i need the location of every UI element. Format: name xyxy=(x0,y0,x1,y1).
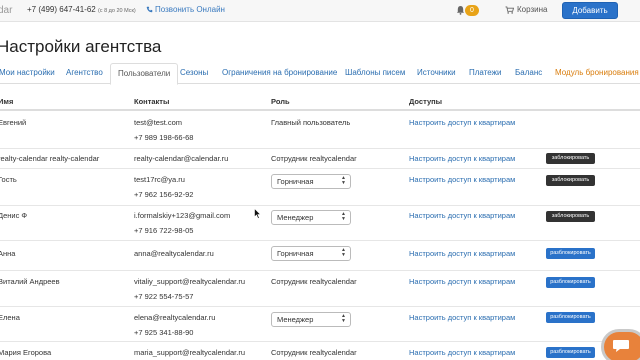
unblock-button[interactable]: разблокировать xyxy=(546,248,595,259)
user-email: realty-calendar@calendar.ru xyxy=(134,154,229,163)
role-select-value: Менеджер xyxy=(277,213,314,222)
access-link[interactable]: Настроить доступ к квартирам xyxy=(409,249,515,258)
user-name: realty-calendar realty-calendar xyxy=(0,154,100,163)
user-phone: +7 962 156-92-92 xyxy=(134,190,194,199)
cart-link[interactable]: Корзина xyxy=(505,5,547,14)
user-role: Главный пользователь xyxy=(271,118,351,127)
select-arrows-icon: ▲ ▼ xyxy=(341,175,346,186)
tab-my-settings[interactable]: Мои настройки xyxy=(0,68,55,77)
tab-agency[interactable]: Агентство xyxy=(66,68,103,77)
user-email: anna@realtycalendar.ru xyxy=(134,249,214,258)
user-email: vitaliy_support@realtycalendar.ru xyxy=(134,277,246,286)
role-select[interactable]: Менеджер ▲ ▼ xyxy=(271,210,351,225)
access-link[interactable]: Настроить доступ к квартирам xyxy=(409,313,515,322)
access-link[interactable]: Настроить доступ к квартирам xyxy=(409,348,515,357)
select-arrows-icon: ▲ ▼ xyxy=(341,313,346,324)
tab-seasons[interactable]: Сезоны xyxy=(180,68,208,77)
tab-email-templates[interactable]: Шаблоны писем xyxy=(345,68,405,77)
role-select-value: Горничная xyxy=(277,177,314,186)
user-phone: +7 916 722-98-05 xyxy=(134,226,194,235)
user-name: Евгений xyxy=(0,118,27,127)
access-link[interactable]: Настроить доступ к квартирам xyxy=(409,277,515,286)
select-arrows-icon: ▲ ▼ xyxy=(341,211,346,222)
access-link[interactable]: Настроить доступ к квартирам xyxy=(409,154,515,163)
table-row: Мария Егорова maria_support@realtycalend… xyxy=(0,342,640,360)
user-email: elena@realtycalendar.ru xyxy=(134,313,216,322)
chat-widget-button[interactable] xyxy=(601,329,640,360)
role-select[interactable]: Горничная ▲ ▼ xyxy=(271,174,351,189)
call-online-label: Позвонить Онлайн xyxy=(155,5,225,14)
user-email: i.formalskiy+123@gmail.com xyxy=(134,211,231,220)
notification-badge: 0 xyxy=(465,5,479,16)
user-phone: +7 989 198-66-68 xyxy=(134,133,194,142)
tab-sources[interactable]: Источники xyxy=(417,68,456,77)
block-button[interactable]: заблокировать xyxy=(546,211,595,222)
bell-icon[interactable] xyxy=(456,5,465,15)
header-role: Роль xyxy=(271,97,290,106)
user-name: Гость xyxy=(0,175,17,184)
unblock-button[interactable]: разблокировать xyxy=(546,312,595,323)
page-title: Настройки агентства xyxy=(0,37,162,56)
user-name: Елена xyxy=(0,313,20,322)
user-phone: +7 922 554-75-57 xyxy=(134,292,194,301)
top-bar: dar +7 (499) 647-41-62 (с 8 до 20 Мск) П… xyxy=(0,0,640,22)
table-row: Елена elena@realtycalendar.ru +7 925 341-… xyxy=(0,307,640,342)
mouse-cursor-icon xyxy=(254,208,261,219)
tab-users[interactable]: Пользователи xyxy=(110,63,179,85)
table-row: realty-calendar realty-calendar realty-c… xyxy=(0,149,640,169)
header-name: Имя xyxy=(0,97,14,106)
header-access: Доступы xyxy=(409,97,443,106)
access-link[interactable]: Настроить доступ к квартирам xyxy=(409,211,515,220)
call-online-link[interactable]: Позвонить Онлайн xyxy=(146,5,225,14)
tab-payments[interactable]: Платежи xyxy=(469,68,501,77)
table-row: Гость test17rc@ya.ru +7 962 156-92-92 Гор… xyxy=(0,169,640,206)
role-select-value: Горничная xyxy=(277,249,314,258)
cart-label: Корзина xyxy=(517,5,548,14)
user-contacts: i.formalskiy+123@gmail.com +7 916 722-98-… xyxy=(134,211,230,235)
user-contacts: test@test.com +7 989 198-66-68 xyxy=(134,118,193,142)
user-name: Анна xyxy=(0,249,16,258)
support-phone-number: +7 (499) 647-41-62 xyxy=(27,5,96,14)
unblock-button[interactable]: разблокировать xyxy=(546,277,595,288)
role-select[interactable]: Менеджер ▲ ▼ xyxy=(271,312,351,327)
header-contacts: Контакты xyxy=(134,97,170,106)
table-row: Денис Ф i.formalskiy+123@gmail.com +7 916… xyxy=(0,206,640,241)
tab-booking-restrictions[interactable]: Ограничения на бронирование xyxy=(222,68,337,77)
cart-icon xyxy=(505,5,514,14)
tab-booking-module[interactable]: Модуль бронирования xyxy=(555,68,639,77)
user-name: Денис Ф xyxy=(0,211,28,220)
role-select-value: Менеджер xyxy=(277,315,314,324)
tab-balance[interactable]: Баланс xyxy=(515,68,542,77)
phone-icon xyxy=(146,6,153,13)
user-role: Сотрудник realtycalendar xyxy=(271,348,357,357)
table-row: Евгений test@test.com +7 989 198-66-68 Гл… xyxy=(0,113,640,149)
logo[interactable]: dar xyxy=(0,5,12,16)
access-link[interactable]: Настроить доступ к квартирам xyxy=(409,118,515,127)
chat-icon xyxy=(613,340,629,352)
support-phone: +7 (499) 647-41-62 (с 8 до 20 Мск) xyxy=(27,5,136,14)
user-role: Сотрудник realtycalendar xyxy=(271,154,357,163)
user-contacts: test17rc@ya.ru +7 962 156-92-92 xyxy=(134,175,193,199)
user-contacts: vitaliy_support@realtycalendar.ru +7 922 … xyxy=(134,277,245,301)
role-select[interactable]: Горничная ▲ ▼ xyxy=(271,246,351,261)
table-row: Анна anna@realtycalendar.ru Горничная ▲ ▼ … xyxy=(0,241,640,271)
users-table-header: Имя Контакты Роль Доступы xyxy=(0,93,640,111)
add-button[interactable]: Добавить xyxy=(562,2,618,19)
user-email: test17rc@ya.ru xyxy=(134,175,185,184)
user-name: Мария Егорова xyxy=(0,348,52,357)
support-hours: (с 8 до 20 Мск) xyxy=(97,8,136,14)
user-email: test@test.com xyxy=(134,118,183,127)
user-contacts: elena@realtycalendar.ru +7 925 341-88-90 xyxy=(134,313,215,337)
table-row: Виталий Андреев vitaliy_support@realtyca… xyxy=(0,271,640,307)
unblock-button[interactable]: разблокировать xyxy=(546,347,595,358)
user-phone: +7 925 341-88-90 xyxy=(134,328,194,337)
user-name: Виталий Андреев xyxy=(0,277,60,286)
settings-tabs: Мои настройки Агентство Пользователи Сез… xyxy=(0,63,640,85)
user-email: maria_support@realtycalendar.ru xyxy=(134,348,246,357)
access-link[interactable]: Настроить доступ к квартирам xyxy=(409,175,515,184)
block-button[interactable]: заблокировать xyxy=(546,153,595,164)
user-role: Сотрудник realtycalendar xyxy=(271,277,357,286)
select-arrows-icon: ▲ ▼ xyxy=(341,247,346,258)
block-button[interactable]: заблокировать xyxy=(546,175,595,186)
